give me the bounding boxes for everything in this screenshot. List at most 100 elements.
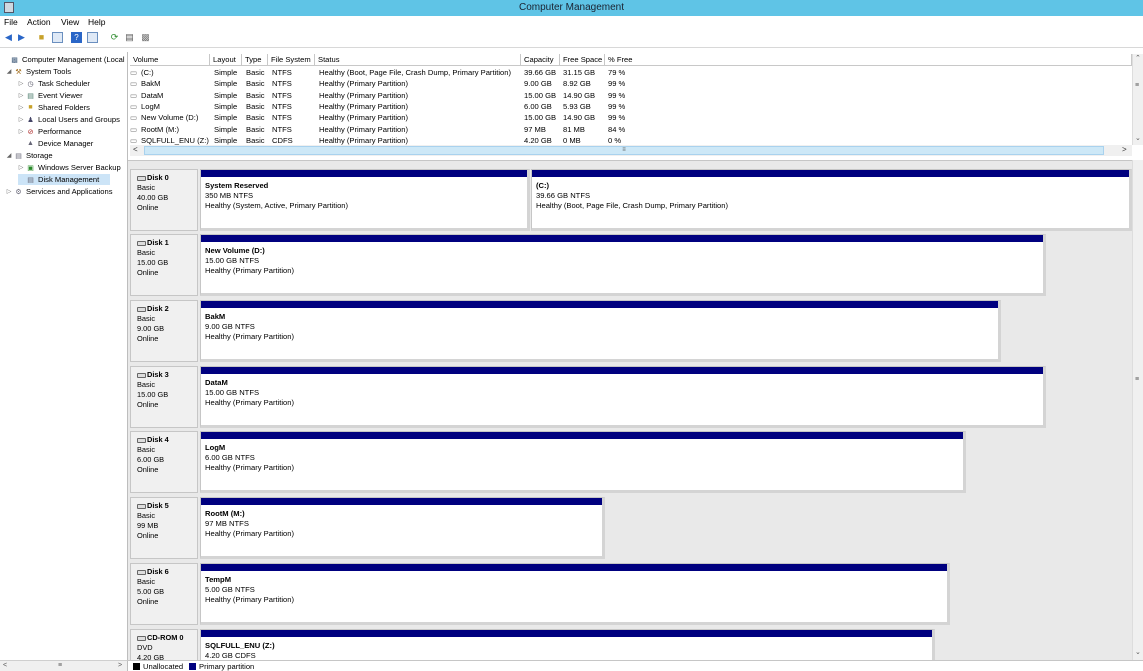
expand-arrow-icon[interactable]: ▷ (18, 128, 24, 135)
disk-view-vertical-scrollbar[interactable]: ≡ ⌄ (1132, 160, 1143, 660)
expand-arrow-icon[interactable]: ▷ (18, 164, 24, 171)
column-header-capacity[interactable]: Capacity (521, 54, 560, 66)
show-hide-tree-icon[interactable] (52, 32, 63, 43)
tree-item-local-users-and-groups[interactable]: ▷ ♟ Local Users and Groups (18, 114, 120, 125)
expand-arrow-icon[interactable]: ▷ (18, 116, 24, 123)
tree-item-windows-server-backup[interactable]: ▷ ▣ Windows Server Backup (18, 162, 121, 173)
scroll-up-icon[interactable]: ⌃ (1135, 54, 1141, 62)
primary-partition-bar (201, 498, 602, 506)
expand-arrow-icon[interactable]: ▷ (6, 188, 12, 195)
partition-block[interactable]: TempM 5.00 GB NTFS Healthy (Primary Partit… (200, 563, 950, 625)
partition-block[interactable]: New Volume (D:) 15.00 GB NTFS Healthy (Pri… (200, 234, 1046, 296)
volume-row[interactable]: ▭ DataM Simple Basic NTFS Healthy (Primary Pa… (130, 90, 1132, 101)
column-header-status[interactable]: Status (315, 54, 521, 66)
tree-item-disk-management[interactable]: ▤ Disk Management (18, 174, 110, 185)
partition-block[interactable]: LogM 6.00 GB NTFS Healthy (Primary Partiti… (200, 431, 966, 493)
scroll-down-icon[interactable]: ⌄ (1135, 648, 1141, 656)
console-tree-icon[interactable] (87, 32, 98, 43)
menu-view[interactable]: View (61, 17, 79, 27)
volume-row[interactable]: ▭ BakM Simple Basic NTFS Healthy (Primary Par… (130, 78, 1132, 89)
legend-primary-partition-label: Primary partition (199, 662, 255, 671)
partition-name: System Reserved (205, 181, 269, 190)
partition-block[interactable]: DataM 15.00 GB NTFS Healthy (Primary Parti… (200, 366, 1046, 428)
help-icon[interactable]: ? (71, 32, 82, 43)
tree-item-task-scheduler[interactable]: ▷ ◷ Task Scheduler (18, 78, 90, 89)
expand-arrow-icon[interactable]: ▷ (18, 104, 24, 111)
scroll-grip-icon[interactable]: ≡ (1135, 82, 1139, 89)
volume-cell: BakM (141, 79, 161, 89)
menu-action[interactable]: Action (27, 17, 51, 27)
properties-icon[interactable]: ▤ (124, 32, 135, 43)
volume-icon: ▭ (130, 124, 138, 134)
collapse-arrow-icon[interactable]: ◢ (6, 152, 12, 159)
volume-row[interactable]: ▭ LogM Simple Basic NTFS Healthy (Primary Par… (130, 101, 1132, 112)
scroll-right-icon[interactable]: > (118, 662, 122, 669)
scroll-right-icon[interactable]: > (1122, 145, 1127, 154)
tree-item-event-viewer[interactable]: ▷ ▤ Event Viewer (18, 90, 83, 101)
tree-item-device-manager[interactable]: ▲ Device Manager (18, 138, 93, 149)
volume-cell: Simple (214, 90, 238, 100)
expand-arrow-icon[interactable]: ▷ (18, 92, 24, 99)
column-header-free-space[interactable]: Free Space (560, 54, 605, 66)
scroll-left-icon[interactable]: < (133, 145, 138, 154)
partition-name: LogM (205, 443, 226, 452)
partition-block[interactable]: System Reserved 350 MB NTFS Healthy (Syste… (200, 169, 530, 231)
menu-file[interactable]: File (4, 17, 18, 27)
partition-size: 350 MB NTFS (205, 191, 254, 200)
expand-arrow-icon[interactable]: ▷ (18, 80, 24, 87)
volume-list-horizontal-scrollbar[interactable]: < ≡ > (130, 145, 1132, 156)
volume-row[interactable]: ▭ New Volume (D:) Simple Basic NTFS Healthy (… (130, 112, 1132, 123)
disk-label[interactable]: Disk 3 Basic 15.00 GB Online (130, 366, 198, 428)
tree-item-performance[interactable]: ▷ ⊘ Performance (18, 126, 82, 137)
column-header-file-system[interactable]: File System (268, 54, 315, 66)
disk-label[interactable]: Disk 5 Basic 99 MB Online (130, 497, 198, 559)
partition-block[interactable]: BakM 9.00 GB NTFS Healthy (Primary Partiti… (200, 300, 1001, 362)
disk-label[interactable]: Disk 2 Basic 9.00 GB Online (130, 300, 198, 362)
primary-partition-bar (201, 432, 963, 440)
refresh-icon[interactable]: ⟳ (109, 32, 120, 43)
tree-horizontal-scrollbar[interactable]: < ≡ > (0, 660, 128, 671)
column-header-volume[interactable]: Volume (130, 54, 210, 66)
tree-item-system-tools[interactable]: ◢ ⚒ System Tools (6, 66, 71, 77)
primary-partition-bar (201, 170, 527, 178)
volume-cell: 31.15 GB (563, 68, 596, 77)
disk-label[interactable]: CD-ROM 0 DVD 4.20 GB (130, 629, 198, 660)
tree-item-services-and-applications[interactable]: ▷ ⚙ Services and Applications (6, 186, 113, 197)
scroll-thumb[interactable]: ≡ (144, 146, 1104, 155)
scroll-grip-icon[interactable]: ≡ (58, 662, 62, 669)
column-header-layout[interactable]: Layout (210, 54, 242, 66)
scroll-grip-icon[interactable]: ≡ (1135, 376, 1139, 383)
tree-item-label: Computer Management (Local (22, 55, 125, 64)
partition-block[interactable]: SQLFULL_ENU (Z:) 4.20 GB CDFS (200, 629, 935, 660)
disk-label[interactable]: Disk 6 Basic 5.00 GB Online (130, 563, 198, 625)
disk-label[interactable]: Disk 0 Basic 40.00 GB Online (130, 169, 198, 231)
disk-settings-icon[interactable]: ▩ (140, 32, 151, 43)
volume-cell: 79 % (608, 68, 626, 77)
volume-cell: Simple (214, 101, 238, 111)
up-folder-icon[interactable]: ■ (36, 32, 47, 43)
collapse-arrow-icon[interactable]: ◢ (6, 68, 12, 75)
forward-arrow-icon[interactable]: ▶ (16, 32, 27, 43)
menu-help[interactable]: Help (88, 17, 105, 27)
disk-label[interactable]: Disk 4 Basic 6.00 GB Online (130, 431, 198, 493)
disk-name: CD-ROM 0 (147, 633, 184, 642)
tree-item-storage[interactable]: ◢ ▤ Storage (6, 150, 53, 161)
column-header-type[interactable]: Type (242, 54, 268, 66)
partition-block[interactable]: RootM (M:) 97 MB NTFS Healthy (Primary Par… (200, 497, 605, 559)
scroll-left-icon[interactable]: < (3, 662, 7, 669)
tree-item-shared-folders[interactable]: ▷ ■ Shared Folders (18, 102, 90, 113)
volume-cell: Basic (246, 90, 265, 100)
volume-list-vertical-scrollbar[interactable]: ⌃ ≡ ⌄ (1132, 54, 1143, 145)
volume-row[interactable]: ▭ RootM (M:) Simple Basic NTFS Healthy (Prima… (130, 124, 1132, 135)
back-arrow-icon[interactable]: ◀ (3, 32, 14, 43)
tree-item-computer-management[interactable]: ▩ Computer Management (Local (2, 54, 125, 65)
volume-row[interactable]: ▭ (C:) Simple Basic NTFS Healthy (Boot, Page … (130, 67, 1132, 78)
partition-block[interactable]: (C:) 39.66 GB NTFS Healthy (Boot, Page Fil… (531, 169, 1132, 231)
column-header-percent-free[interactable]: % Free (605, 54, 1132, 66)
disk-name: Disk 2 (147, 304, 169, 313)
volume-cell: Healthy (Primary Partition) (319, 101, 409, 111)
disk-icon (137, 175, 146, 181)
scroll-down-icon[interactable]: ⌄ (1135, 134, 1141, 142)
disk-label[interactable]: Disk 1 Basic 15.00 GB Online (130, 234, 198, 296)
volume-cell: 8.92 GB (563, 79, 591, 89)
